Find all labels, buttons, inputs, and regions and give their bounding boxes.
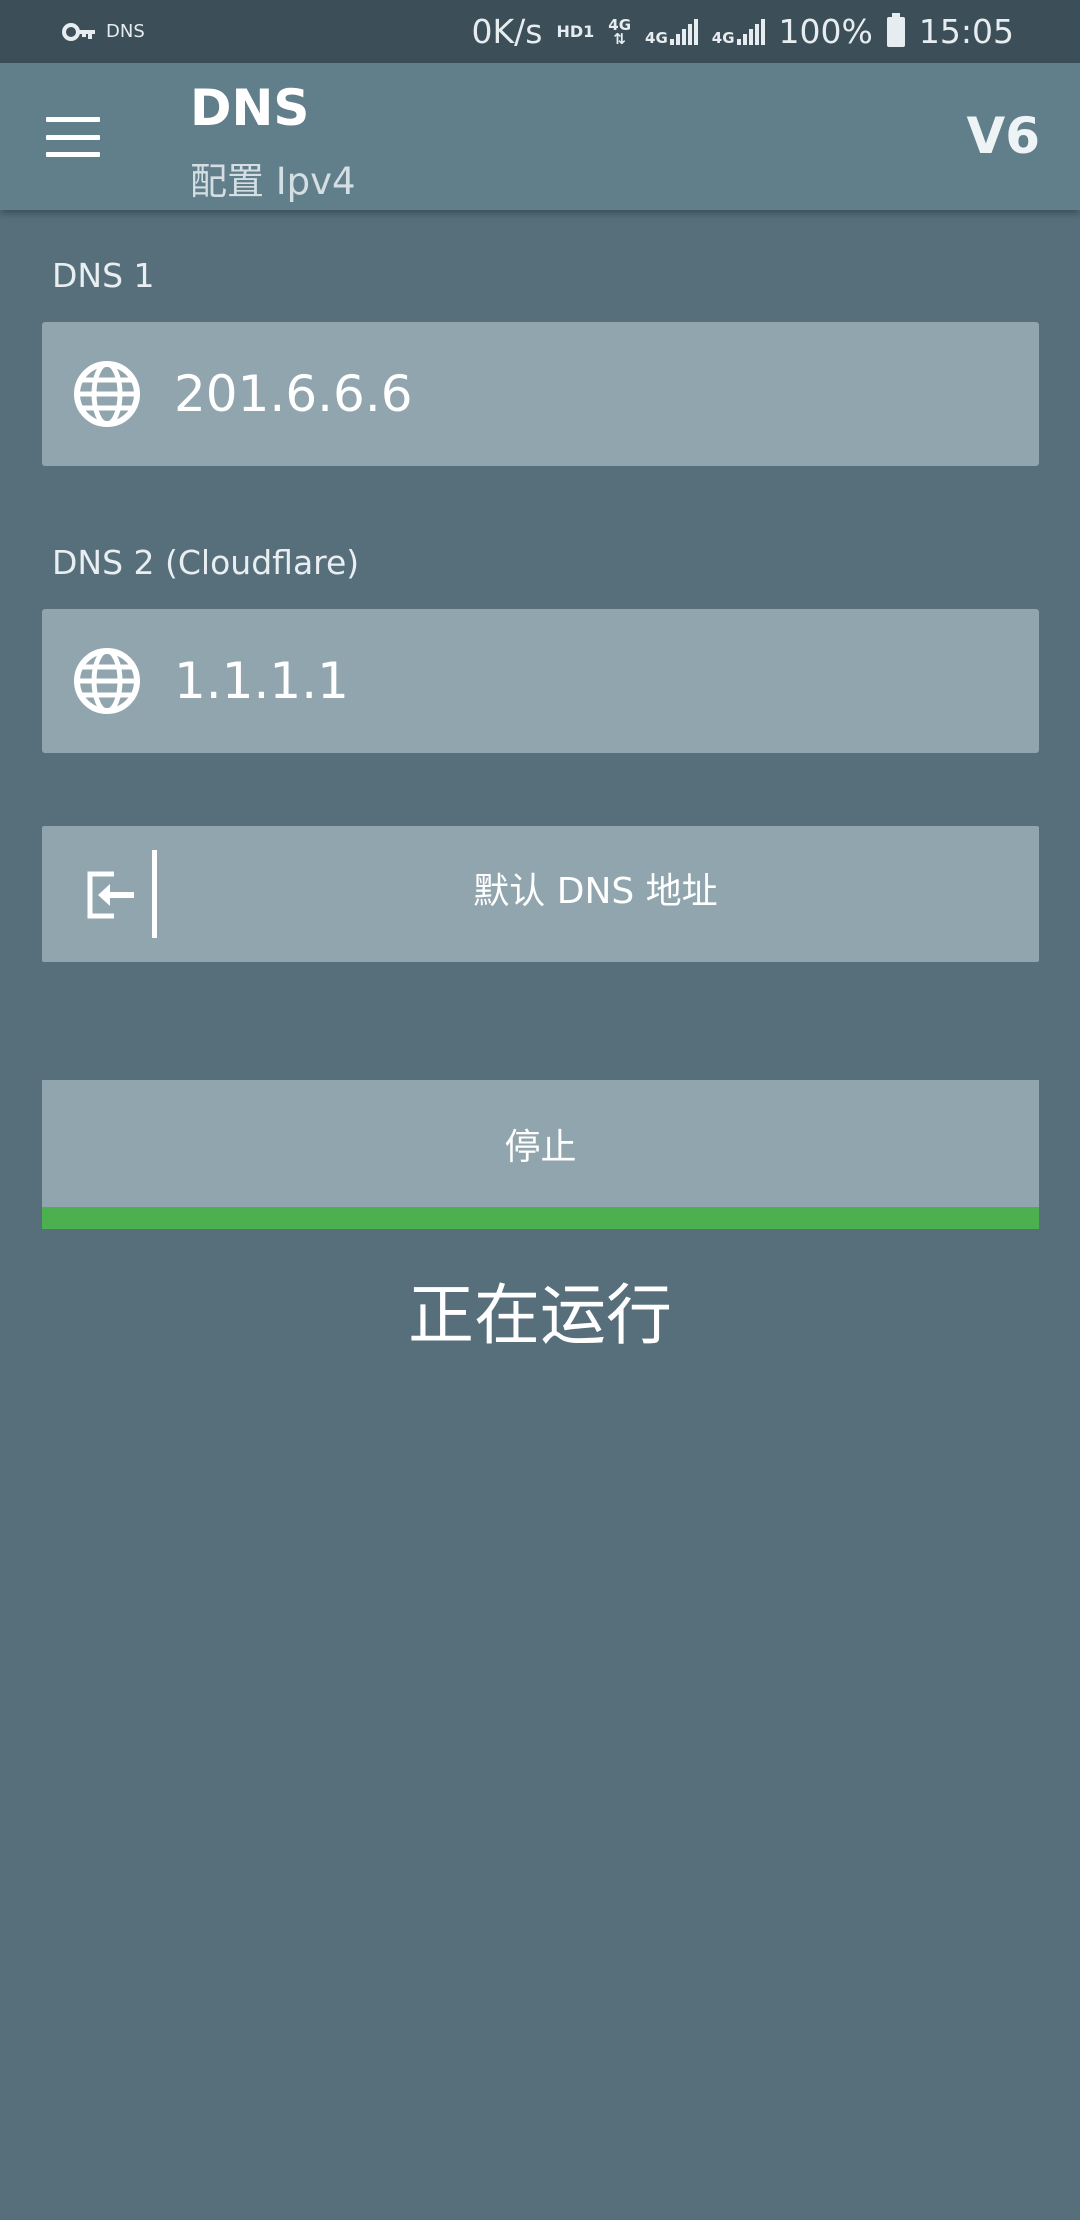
- battery-percent: 100%: [778, 12, 873, 51]
- hd-indicator: HD1: [556, 22, 595, 41]
- dns2-value[interactable]: 1.1.1.1: [174, 652, 349, 710]
- signal-icon: [736, 18, 765, 45]
- app-bar: DNS 配置 Ipv4 V6: [0, 63, 1080, 210]
- menu-icon: [46, 117, 100, 122]
- progress-bar: [42, 1207, 1039, 1229]
- menu-button[interactable]: [40, 111, 106, 163]
- dns2-input[interactable]: 1.1.1.1: [42, 609, 1039, 753]
- dns1-value[interactable]: 201.6.6.6: [174, 365, 413, 423]
- key-icon: [62, 22, 95, 41]
- globe-icon: [74, 361, 140, 427]
- signal-1: 4G: [645, 18, 698, 45]
- globe-icon: [74, 648, 140, 714]
- signal-2: 4G: [712, 18, 765, 45]
- clock: 15:05: [918, 12, 1014, 51]
- dns2-label: DNS 2 (Cloudflare): [52, 543, 360, 582]
- page-subtitle: 配置 Ipv4: [190, 160, 356, 203]
- vpn-label: DNS: [106, 21, 145, 42]
- signal-icon: [669, 18, 698, 45]
- status-left: DNS: [62, 0, 145, 63]
- page-title: DNS: [190, 79, 310, 137]
- ipv6-toggle-button[interactable]: V6: [967, 107, 1041, 165]
- status-bar: DNS 0K/s HD1 4G ⇅ 4G 4G 100% 15:05: [0, 0, 1080, 63]
- net-speed: 0K/s: [471, 12, 543, 51]
- stop-button[interactable]: 停止: [42, 1080, 1039, 1207]
- running-status: 正在运行: [408, 1277, 672, 1354]
- dns1-label: DNS 1: [52, 256, 155, 295]
- default-dns-label: 默认 DNS 地址: [473, 871, 718, 912]
- network-type-1: 4G ⇅: [608, 15, 632, 48]
- default-dns-button[interactable]: 默认 DNS 地址: [42, 826, 1039, 962]
- dns1-input[interactable]: 201.6.6.6: [42, 322, 1039, 466]
- progress-fill: [42, 1207, 1039, 1229]
- battery-icon: [886, 12, 905, 47]
- status-right: 0K/s HD1 4G ⇅ 4G 4G 100% 15:05: [472, 0, 1014, 63]
